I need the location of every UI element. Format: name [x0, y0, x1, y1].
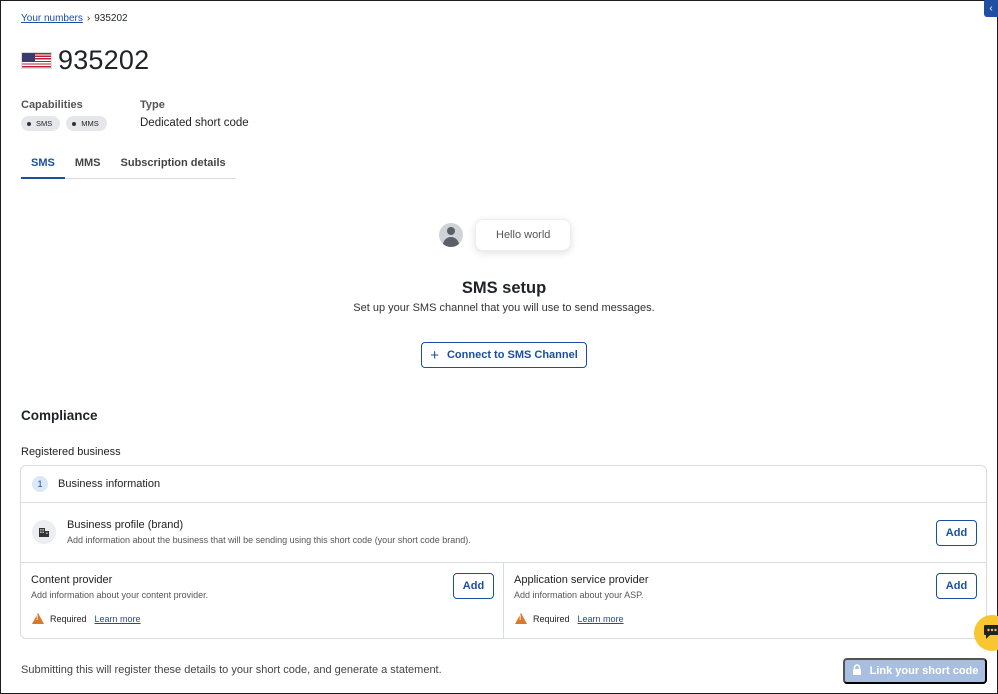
sms-illustration: Hello world [439, 219, 572, 251]
tab-bar: SMS MMS Subscription details [21, 151, 236, 179]
link-short-code-button[interactable]: Link your short code [843, 658, 987, 684]
warning-icon [32, 613, 44, 624]
capabilities-label: Capabilities [21, 99, 83, 111]
connect-sms-channel-button[interactable]: + Connect to SMS Channel [421, 342, 587, 368]
add-content-provider-button[interactable]: Add [453, 573, 494, 599]
breadcrumb: Your numbers › 935202 [21, 13, 128, 24]
registered-business-label: Registered business [21, 446, 121, 458]
card-header: 1 Business information [21, 466, 986, 503]
avatar-icon [439, 223, 463, 247]
add-business-profile-button[interactable]: Add [936, 520, 977, 546]
compliance-title: Compliance [21, 408, 98, 423]
required-label: Required [50, 613, 87, 624]
link-short-code-label: Link your short code [869, 665, 979, 677]
capability-chips: SMS MMS [21, 116, 107, 131]
business-profile-description: Add information about the business that … [67, 535, 471, 545]
add-asp-button[interactable]: Add [936, 573, 977, 599]
tab-sms[interactable]: SMS [21, 151, 65, 179]
collapse-panel-button[interactable]: ‹ [984, 0, 998, 17]
business-profile-title: Business profile (brand) [67, 519, 184, 531]
connect-button-label: Connect to SMS Channel [446, 349, 578, 361]
chip-label: MMS [81, 119, 99, 128]
page-title: 935202 [58, 45, 150, 75]
building-icon [32, 520, 56, 544]
asp-required-row: Required Learn more [515, 613, 624, 624]
plus-icon: + [430, 346, 439, 364]
message-bubble: Hello world [475, 219, 572, 251]
warning-icon [515, 613, 527, 624]
asp-description: Add information about your ASP. [514, 590, 644, 600]
capabilities-block: Capabilities SMS MMS [21, 99, 107, 131]
capability-chip-mms: MMS [66, 116, 107, 131]
type-label: Type [140, 99, 165, 111]
learn-more-link[interactable]: Learn more [95, 614, 141, 624]
sms-setup-description: Set up your SMS channel that you will us… [353, 302, 655, 314]
dot-icon [72, 121, 77, 126]
footer-statement-text: Submitting this will register these deta… [21, 664, 442, 676]
content-provider-section: Content provider Add information about y… [21, 563, 504, 639]
type-block: Type Dedicated short code [140, 99, 249, 129]
tab-subscription-details[interactable]: Subscription details [111, 151, 236, 178]
business-information-card: 1 Business information Business profile … [20, 465, 987, 639]
required-label: Required [533, 613, 570, 624]
page-title-row: 935202 [21, 45, 149, 76]
chat-support-button[interactable] [974, 615, 998, 651]
content-provider-required-row: Required Learn more [32, 613, 141, 624]
type-value: Dedicated short code [140, 117, 249, 129]
breadcrumb-link-your-numbers[interactable]: Your numbers [21, 13, 83, 24]
content-provider-description: Add information about your content provi… [31, 590, 209, 600]
breadcrumb-current: 935202 [94, 13, 128, 24]
page-frame: ‹ Your numbers › 935202 935202 Capabilit… [0, 0, 998, 694]
lock-icon [852, 664, 862, 678]
learn-more-link[interactable]: Learn more [578, 614, 624, 624]
chevron-left-icon: ‹ [989, 2, 993, 14]
asp-section: Application service provider Add informa… [504, 563, 986, 639]
capability-chip-sms: SMS [21, 116, 61, 131]
dot-icon [27, 121, 31, 126]
chat-icon [983, 624, 998, 643]
business-profile-row: Business profile (brand) Add information… [21, 503, 986, 563]
chevron-right-icon: › [86, 13, 91, 24]
us-flag-icon [21, 52, 52, 69]
content-provider-title: Content provider [31, 574, 113, 586]
sms-setup-title: SMS setup [461, 279, 547, 297]
asp-title: Application service provider [514, 574, 649, 586]
card-header-title: Business information [58, 478, 161, 490]
tab-mms[interactable]: MMS [65, 151, 111, 178]
step-number-badge: 1 [32, 476, 48, 492]
chip-label: SMS [36, 119, 53, 128]
